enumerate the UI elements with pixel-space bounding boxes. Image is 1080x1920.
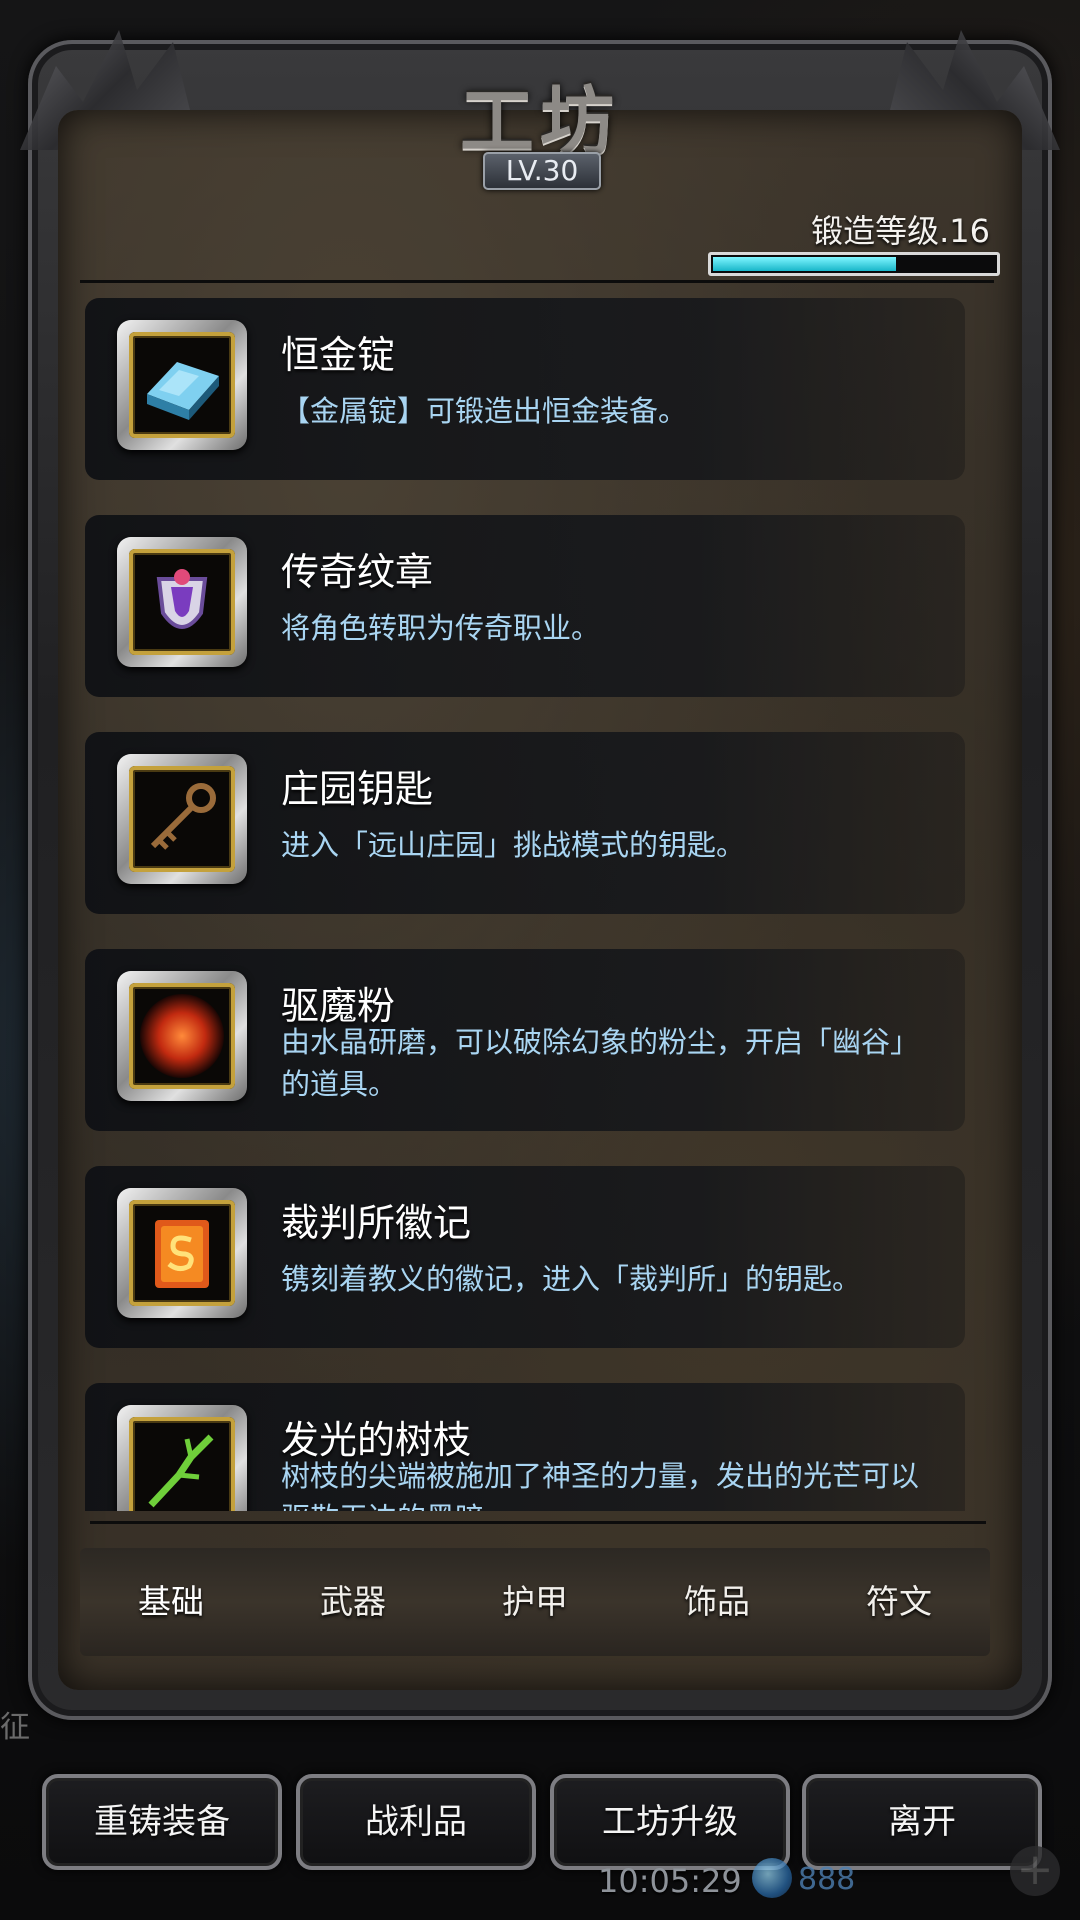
item-icon-frame bbox=[117, 537, 247, 667]
workshop-upgrade-button[interactable]: 工坊升级 bbox=[550, 1774, 790, 1870]
plus-icon[interactable]: + bbox=[1010, 1846, 1060, 1896]
list-item[interactable]: 恒金锭 【金属锭】可锻造出恒金装备。 bbox=[85, 298, 965, 480]
background-side-text: 征 bbox=[0, 1710, 30, 1745]
exorcism-powder-icon bbox=[129, 983, 235, 1089]
item-name: 传奇纹章 bbox=[281, 550, 434, 594]
glowing-branch-icon bbox=[129, 1417, 235, 1511]
divider bbox=[90, 1521, 986, 1524]
gem-icon bbox=[752, 1858, 792, 1898]
tab-armor[interactable]: 护甲 bbox=[444, 1548, 626, 1656]
item-icon-frame bbox=[117, 320, 247, 450]
item-icon-frame bbox=[117, 754, 247, 884]
list-item[interactable]: 驱魔粉 由水晶研磨，可以破除幻象的粉尘，开启「幽谷」的道具。 bbox=[85, 949, 965, 1131]
list-item[interactable]: 裁判所徽记 镌刻着教义的徽记，进入「裁判所」的钥匙。 bbox=[85, 1166, 965, 1348]
item-description: 镌刻着教义的徽记，进入「裁判所」的钥匙。 bbox=[281, 1262, 862, 1296]
forge-progress-bar bbox=[708, 252, 1000, 276]
tab-runes[interactable]: 符文 bbox=[808, 1548, 990, 1656]
tab-accessories[interactable]: 饰品 bbox=[626, 1548, 808, 1656]
leave-button[interactable]: 离开 bbox=[802, 1774, 1042, 1870]
clock: 10:05:29 bbox=[598, 1862, 742, 1900]
item-name: 恒金锭 bbox=[281, 333, 396, 377]
tribunal-seal-icon bbox=[129, 1200, 235, 1306]
item-name: 裁判所徽记 bbox=[281, 1201, 472, 1245]
list-item[interactable]: 发光的树枝 树枝的尖端被施加了神圣的力量，发出的光芒可以驱散无边的黑暗。 bbox=[85, 1383, 965, 1511]
item-description: 由水晶研磨，可以破除幻象的粉尘，开启「幽谷」的道具。 bbox=[281, 1025, 920, 1101]
tab-weapons[interactable]: 武器 bbox=[262, 1548, 444, 1656]
item-icon-frame bbox=[117, 971, 247, 1101]
item-description: 进入「远山庄园」挑战模式的钥匙。 bbox=[281, 828, 746, 862]
list-item[interactable]: 传奇纹章 将角色转职为传奇职业。 bbox=[85, 515, 965, 697]
key-icon bbox=[129, 766, 235, 872]
forge-level-label: 锻造等级.16 bbox=[811, 212, 990, 250]
ingot-icon bbox=[129, 332, 235, 438]
tab-basic[interactable]: 基础 bbox=[80, 1548, 262, 1656]
level-badge: LV.30 bbox=[483, 152, 601, 190]
item-description: 树枝的尖端被施加了神圣的力量，发出的光芒可以驱散无边的黑暗。 bbox=[281, 1459, 920, 1511]
category-tabs: 基础 武器 护甲 饰品 符文 bbox=[80, 1548, 990, 1656]
item-list[interactable]: 恒金锭 【金属锭】可锻造出恒金装备。 传奇纹章 将角色转职为传奇职业。 庄园钥匙… bbox=[85, 298, 965, 1511]
forge-progress-fill bbox=[713, 257, 896, 271]
loot-button[interactable]: 战利品 bbox=[296, 1774, 536, 1870]
divider bbox=[80, 280, 994, 283]
item-icon-frame bbox=[117, 1405, 247, 1511]
item-description: 【金属锭】可锻造出恒金装备。 bbox=[281, 394, 688, 428]
list-item[interactable]: 庄园钥匙 进入「远山庄园」挑战模式的钥匙。 bbox=[85, 732, 965, 914]
gem-count: 888 bbox=[798, 1862, 856, 1897]
item-description: 将角色转职为传奇职业。 bbox=[281, 611, 601, 645]
item-name: 庄园钥匙 bbox=[281, 767, 434, 811]
reforge-equipment-button[interactable]: 重铸装备 bbox=[42, 1774, 282, 1870]
emblem-icon bbox=[129, 549, 235, 655]
item-icon-frame bbox=[117, 1188, 247, 1318]
